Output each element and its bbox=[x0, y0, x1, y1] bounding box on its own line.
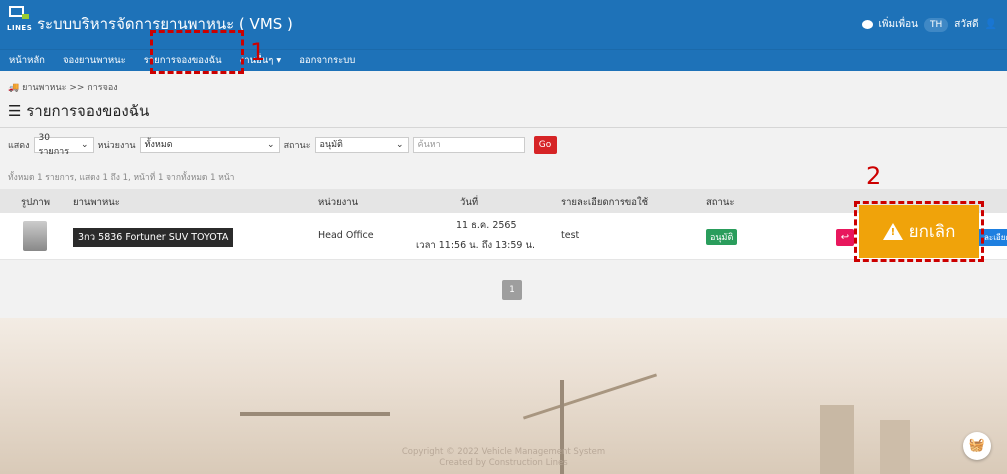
status-select[interactable]: อนุมัติ ⌄ bbox=[314, 137, 409, 153]
show-label: แสดง bbox=[8, 141, 30, 151]
copyright-text: Copyright © 2022 Vehicle Management Syst… bbox=[401, 447, 606, 457]
vehicle-thumbnail[interactable] bbox=[23, 221, 47, 251]
col-image: รูปภาพ bbox=[21, 197, 50, 208]
step-number-2: 2 bbox=[866, 162, 882, 190]
crane-arm bbox=[240, 412, 390, 416]
request-detail: test bbox=[561, 230, 580, 241]
user-area: เพิ่มเพื่อน TH สวัสดี 👤 bbox=[861, 17, 997, 32]
chevron-down-icon: ⌄ bbox=[396, 140, 404, 150]
chevron-down-icon: ⌄ bbox=[81, 140, 89, 150]
nav-home[interactable]: หน้าหลัก bbox=[0, 50, 54, 71]
search-input[interactable]: ค้นหา bbox=[412, 137, 525, 153]
page-size-select[interactable]: 30 รายการ ⌄ bbox=[33, 133, 94, 157]
booking-time: เวลา 11:56 น. ถึง 13:59 น. bbox=[416, 240, 536, 251]
step-number-1: 1 bbox=[250, 38, 266, 66]
divider bbox=[0, 127, 1007, 128]
nav-logout[interactable]: ออกจากระบบ bbox=[290, 50, 364, 71]
logo-text: LINES bbox=[7, 24, 33, 32]
list-icon: ☰ bbox=[8, 102, 27, 120]
vehicle-name: 3กว 5836 Fortuner SUV TOYOTA bbox=[73, 228, 234, 247]
language-switch[interactable]: TH bbox=[923, 17, 949, 32]
col-department: หน่วยงาน bbox=[318, 197, 359, 208]
col-date: วันที่ bbox=[460, 197, 479, 208]
footer: Copyright © 2022 Vehicle Management Syst… bbox=[0, 447, 1007, 469]
booking-date: 11 ธ.ค. 2565 bbox=[456, 220, 517, 231]
breadcrumb[interactable]: 🚚 ยานพาหนะ >> การจอง bbox=[8, 80, 118, 94]
warning-icon bbox=[882, 223, 903, 240]
results-summary: ทั้งหมด 1 รายการ, แสดง 1 ถึง 1, หน้าที่ … bbox=[8, 173, 235, 183]
pagination-page-1[interactable]: 1 bbox=[502, 280, 522, 300]
shopping-basket-icon[interactable]: 🧺 bbox=[963, 432, 991, 460]
page-title: ☰ รายการจองของฉัน bbox=[8, 102, 150, 120]
filter-bar: แสดง 30 รายการ ⌄ หน่วยงาน ทั้งหมด ⌄ สถานะ … bbox=[8, 133, 557, 157]
go-button[interactable]: Go bbox=[533, 136, 557, 154]
add-friend-link[interactable]: เพิ่มเพื่อน bbox=[879, 17, 918, 32]
greeting-text[interactable]: สวัสดี bbox=[954, 17, 978, 32]
cancel-button[interactable]: ยกเลิก bbox=[859, 205, 979, 258]
status-label: สถานะ bbox=[283, 141, 311, 151]
nav-book-vehicle[interactable]: จองยานพาหนะ bbox=[54, 50, 135, 71]
user-icon[interactable]: 👤 bbox=[985, 19, 997, 30]
chevron-down-icon: ⌄ bbox=[267, 140, 275, 150]
return-button[interactable]: ↩ bbox=[836, 229, 854, 246]
app-logo[interactable]: LINES bbox=[7, 6, 33, 34]
department-value: Head Office bbox=[318, 230, 374, 241]
col-vehicle: ยานพาหนะ bbox=[73, 197, 120, 208]
callout-box-1 bbox=[150, 30, 244, 74]
department-label: หน่วยงาน bbox=[97, 141, 136, 151]
department-select[interactable]: ทั้งหมด ⌄ bbox=[139, 137, 280, 153]
col-status: สถานะ bbox=[706, 197, 735, 208]
status-badge: อนุมัติ bbox=[706, 229, 738, 245]
chat-icon bbox=[861, 20, 873, 29]
col-detail: รายละเอียดการขอใช้ bbox=[561, 197, 649, 208]
credit-text: Created by Construction Lines bbox=[439, 458, 568, 468]
